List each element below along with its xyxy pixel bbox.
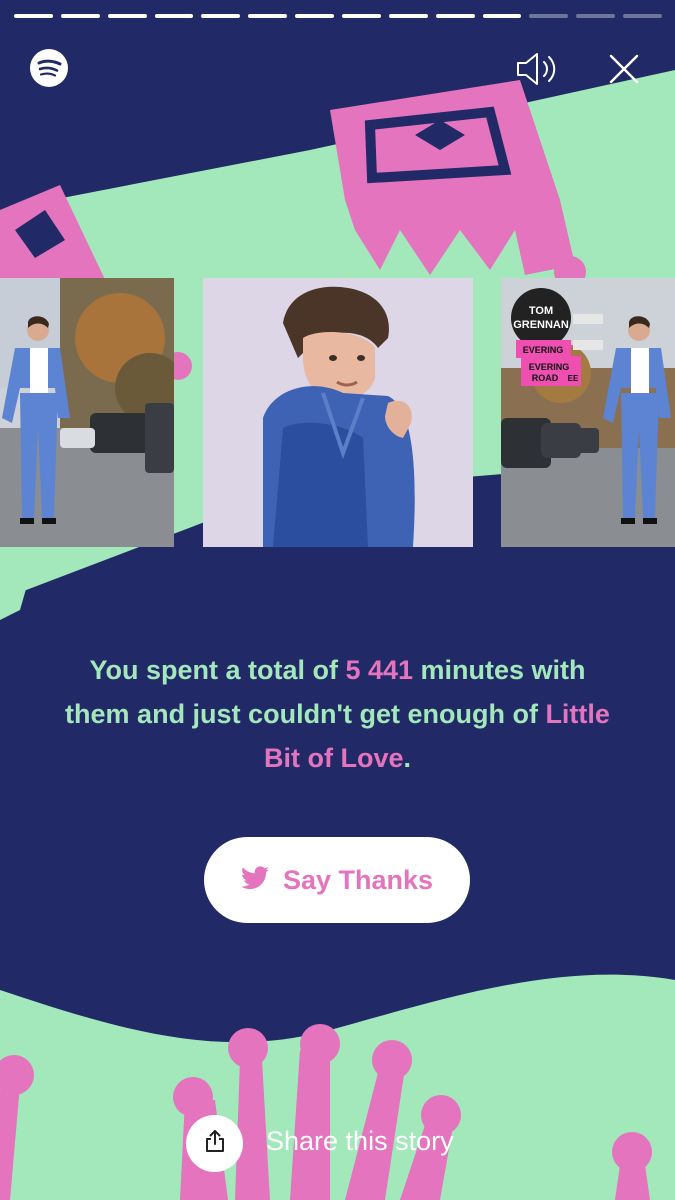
svg-text:EVERING: EVERING	[529, 362, 570, 372]
caption-text-3: .	[403, 743, 411, 773]
progress-segment	[576, 14, 616, 18]
share-button[interactable]	[186, 1115, 243, 1172]
svg-text:EE: EE	[568, 374, 579, 383]
story-screen: TOM GRENNAN EVERING EVERING ROAD EE You …	[0, 0, 675, 1200]
progress-segment	[201, 14, 241, 18]
caption-text-1: You spent a total of	[89, 655, 346, 685]
background-decoration	[0, 70, 675, 1200]
progress-segment	[388, 14, 428, 18]
twitter-bird-icon	[240, 865, 269, 895]
speaker-icon[interactable]	[515, 50, 561, 88]
spotify-logo-icon[interactable]	[30, 49, 68, 87]
progress-segment	[529, 14, 569, 18]
svg-text:GRENNAN: GRENNAN	[513, 319, 569, 331]
artist-portrait	[203, 278, 473, 547]
minutes-value: 5 441	[345, 655, 414, 685]
album-cover-right: TOM GRENNAN EVERING EVERING ROAD EE	[501, 278, 675, 547]
share-story-link[interactable]: Share this story	[266, 1126, 454, 1157]
progress-segment	[154, 14, 194, 18]
story-progress	[14, 14, 663, 18]
progress-segment	[482, 14, 522, 18]
progress-segment	[107, 14, 147, 18]
say-thanks-button[interactable]: Say Thanks	[204, 837, 470, 923]
progress-segment	[435, 14, 475, 18]
svg-text:TOM: TOM	[529, 305, 553, 317]
progress-segment	[342, 14, 381, 18]
svg-text:ROAD: ROAD	[532, 373, 559, 383]
share-icon	[204, 1129, 226, 1158]
progress-segment	[295, 14, 335, 18]
svg-text:EVERING: EVERING	[523, 345, 564, 355]
progress-segment	[14, 14, 53, 18]
close-icon[interactable]	[607, 52, 641, 86]
progress-segment	[60, 14, 100, 18]
album-cover-left	[0, 278, 174, 547]
progress-segment	[248, 14, 288, 18]
say-thanks-label: Say Thanks	[282, 864, 434, 895]
progress-segment	[623, 14, 663, 18]
stats-caption: You spent a total of 5 441 minutes with …	[60, 648, 615, 780]
